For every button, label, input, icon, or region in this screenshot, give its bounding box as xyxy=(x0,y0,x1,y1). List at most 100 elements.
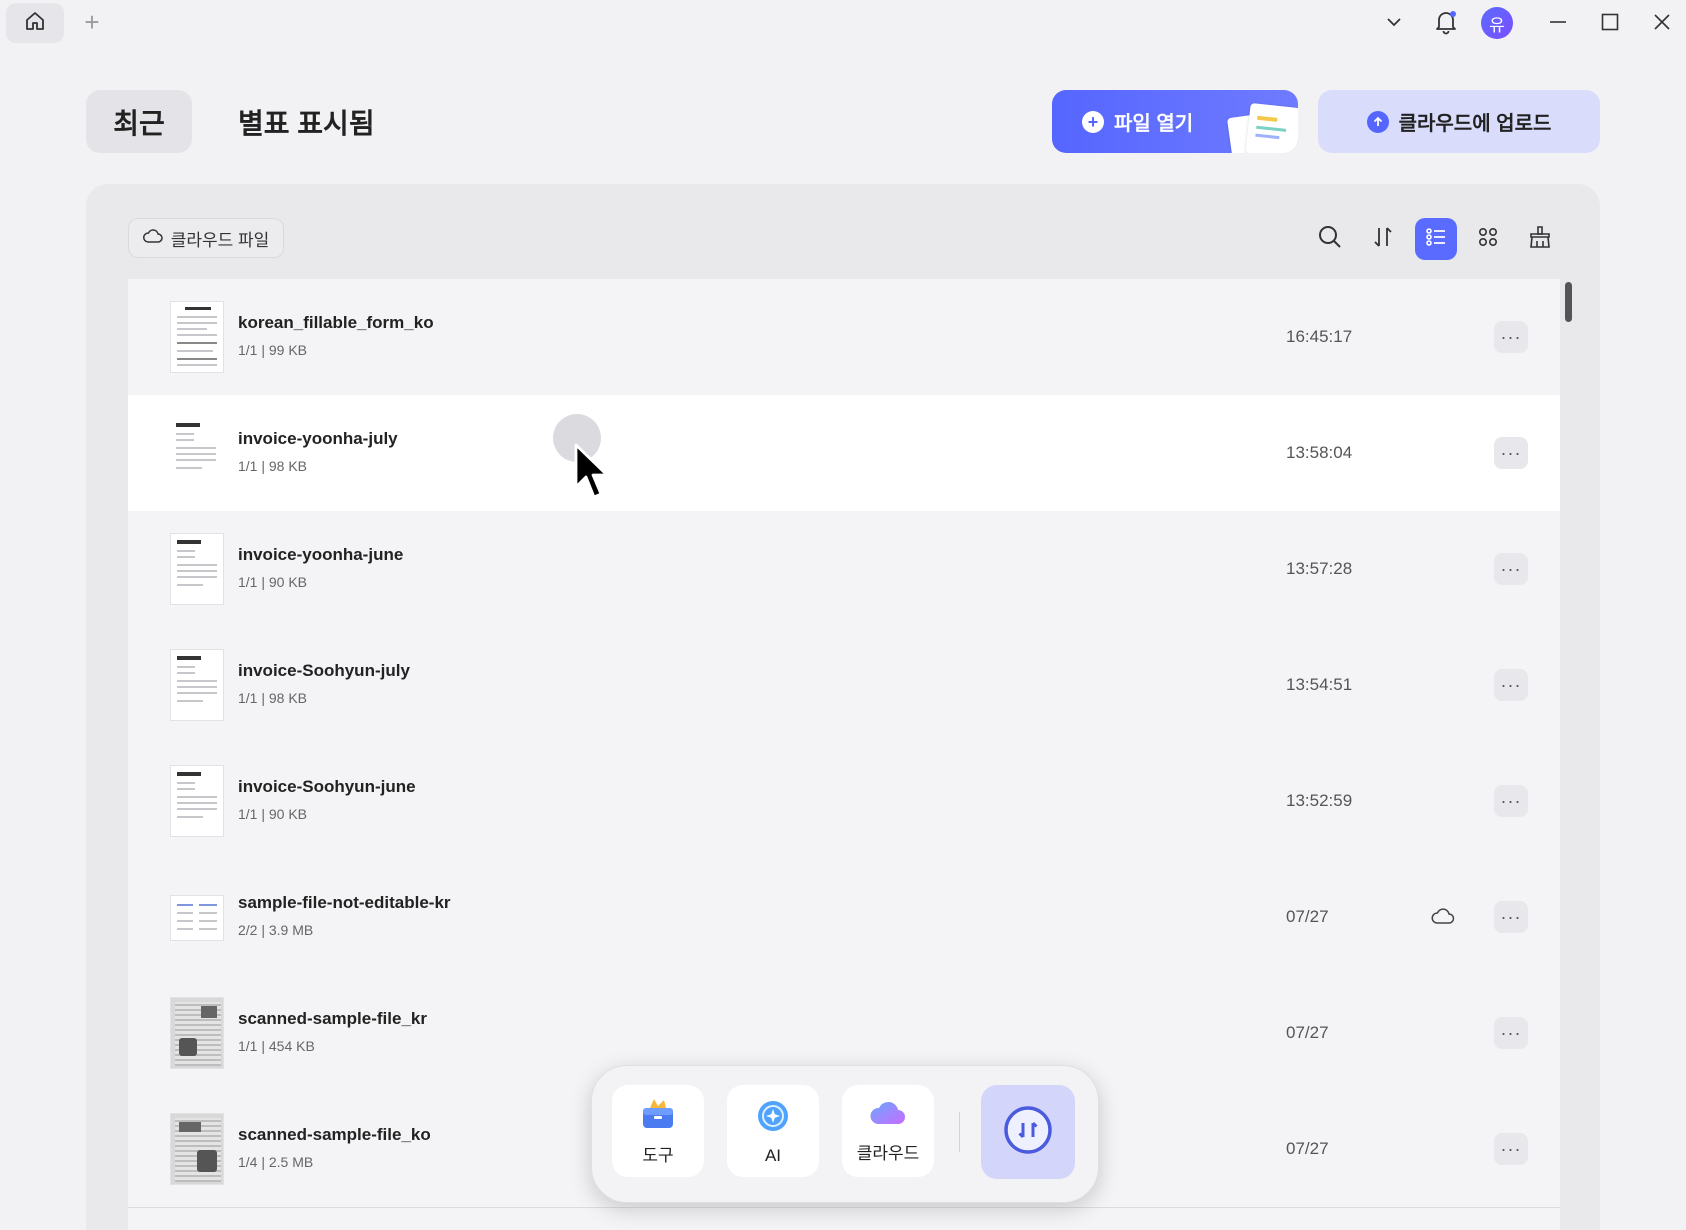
more-options-button[interactable]: ··· xyxy=(1494,901,1528,933)
file-row[interactable]: invoice-Soohyun-july 1/1 | 98 KB 13:54:5… xyxy=(128,627,1560,744)
home-icon xyxy=(23,9,47,38)
ai-assistant-icon xyxy=(754,1097,792,1140)
file-row[interactable]: korean_fillable_form_ko 1/1 | 99 KB 16:4… xyxy=(128,279,1560,396)
file-name: korean_fillable_form_ko xyxy=(238,313,434,332)
file-thumbnail xyxy=(170,1113,224,1185)
file-name: invoice-Soohyun-june xyxy=(238,777,416,796)
more-options-button[interactable]: ··· xyxy=(1494,785,1528,817)
dock-tools-label: 도구 xyxy=(642,1146,674,1165)
maximize-button[interactable] xyxy=(1594,8,1626,40)
chevron-down-icon xyxy=(1385,13,1403,36)
file-meta: 1/1 | 90 KB xyxy=(238,574,308,590)
ellipsis-icon: ··· xyxy=(1500,1022,1522,1043)
upload-to-cloud-label: 클라우드에 업로드 xyxy=(1398,113,1552,135)
search-icon xyxy=(1317,224,1343,255)
more-options-button[interactable]: ··· xyxy=(1494,669,1528,701)
file-meta: 2/2 | 3.9 MB xyxy=(238,922,314,938)
user-avatar[interactable]: 유 xyxy=(1481,7,1513,39)
plus-circle-icon: + xyxy=(1082,110,1104,133)
cloud-synced-icon xyxy=(1431,905,1455,929)
file-meta: 1/1 | 99 KB xyxy=(238,342,308,358)
file-meta: 1/1 | 454 KB xyxy=(238,1038,315,1054)
ellipsis-icon: ··· xyxy=(1500,326,1522,347)
list-scrollbar[interactable] xyxy=(1565,282,1572,322)
file-time: 07/27 xyxy=(1286,1023,1329,1042)
search-button[interactable] xyxy=(1309,218,1351,260)
maximize-icon xyxy=(1600,12,1620,37)
file-meta: 1/4 | 2.5 MB xyxy=(238,1154,314,1170)
bell-icon xyxy=(1434,9,1458,40)
dock-divider xyxy=(959,1112,960,1152)
mouse-cursor-icon xyxy=(574,443,614,506)
file-thumbnail xyxy=(170,765,224,837)
file-name: scanned-sample-file_ko xyxy=(238,1125,431,1144)
cloud-files-filter[interactable]: 클라우드 파일 xyxy=(128,218,284,258)
file-name: invoice-yoonha-june xyxy=(238,545,404,564)
toolbox-icon xyxy=(640,1096,676,1135)
file-meta: 1/1 | 98 KB xyxy=(238,690,308,706)
more-options-button[interactable]: ··· xyxy=(1494,1017,1528,1049)
tab-starred[interactable]: 별표 표시됨 xyxy=(238,90,375,153)
list-view-button[interactable] xyxy=(1415,218,1457,260)
file-name: sample-file-not-editable-kr xyxy=(238,893,451,912)
more-options-button[interactable]: ··· xyxy=(1494,437,1528,469)
ellipsis-icon: ··· xyxy=(1500,1138,1522,1159)
close-button[interactable] xyxy=(1646,8,1678,40)
file-time: 07/27 xyxy=(1286,1139,1329,1158)
ellipsis-icon: ··· xyxy=(1500,906,1522,927)
title-bar: + 유 xyxy=(0,0,1686,48)
sort-icon xyxy=(1371,225,1395,254)
file-row[interactable]: invoice-Soohyun-june 1/1 | 90 KB 13:52:5… xyxy=(128,743,1560,860)
file-time: 13:58:04 xyxy=(1286,443,1353,462)
cloud-icon xyxy=(142,228,163,249)
file-meta: 1/1 | 90 KB xyxy=(238,806,308,822)
file-thumbnail xyxy=(170,417,224,489)
file-time: 13:52:59 xyxy=(1286,791,1353,810)
dock-cloud-label: 클라우드 xyxy=(856,1144,920,1163)
home-button[interactable] xyxy=(6,3,64,43)
file-time: 13:57:28 xyxy=(1286,559,1353,578)
grid-view-icon xyxy=(1476,225,1500,254)
dock-ai-button[interactable]: AI xyxy=(727,1085,819,1177)
file-time: 16:45:17 xyxy=(1286,327,1353,346)
notification-button[interactable] xyxy=(1430,8,1462,40)
file-name: invoice-Soohyun-july xyxy=(238,661,410,680)
ellipsis-icon: ··· xyxy=(1500,442,1522,463)
ellipsis-icon: ··· xyxy=(1500,674,1522,695)
file-name: invoice-yoonha-july xyxy=(238,429,398,448)
dock-recent-toggle[interactable] xyxy=(981,1085,1075,1179)
file-row[interactable]: invoice-yoonha-july 1/1 | 98 KB 13:58:04… xyxy=(128,395,1560,512)
file-row[interactable]: invoice-yoonha-june 1/1 | 90 KB 13:57:28… xyxy=(128,511,1560,628)
history-icon xyxy=(1001,1103,1055,1162)
new-tab-button[interactable]: + xyxy=(80,9,104,35)
file-thumbnail xyxy=(170,533,224,605)
file-thumbnail xyxy=(170,895,224,941)
file-thumbnail xyxy=(170,997,224,1069)
file-thumbnail xyxy=(170,301,224,373)
ellipsis-icon: ··· xyxy=(1500,558,1522,579)
more-options-button[interactable]: ··· xyxy=(1494,553,1528,585)
minimize-button[interactable] xyxy=(1542,8,1574,40)
close-icon xyxy=(1652,12,1672,37)
upload-to-cloud-button[interactable]: 클라우드에 업로드 xyxy=(1318,90,1600,153)
file-row[interactable]: sample-file-not-editable-kr 2/2 | 3.9 MB… xyxy=(128,859,1560,976)
dropdown-button[interactable] xyxy=(1378,8,1410,40)
file-time: 13:54:51 xyxy=(1286,675,1353,694)
clear-history-button[interactable] xyxy=(1519,218,1561,260)
ellipsis-icon: ··· xyxy=(1500,790,1522,811)
cloud-files-label: 클라우드 파일 xyxy=(170,230,270,250)
more-options-button[interactable]: ··· xyxy=(1494,321,1528,353)
dock-cloud-button[interactable]: 클라우드 xyxy=(842,1085,934,1177)
dock-tools-button[interactable]: 도구 xyxy=(612,1085,704,1177)
file-name: scanned-sample-file_kr xyxy=(238,1009,427,1028)
cloud-icon xyxy=(868,1098,908,1133)
more-options-button[interactable]: ··· xyxy=(1494,1133,1528,1165)
upload-arrow-icon xyxy=(1366,110,1389,133)
file-thumbnail xyxy=(170,649,224,721)
tab-recent[interactable]: 최근 xyxy=(86,90,192,153)
sort-button[interactable] xyxy=(1362,218,1404,260)
open-file-button[interactable]: + 파일 열기 xyxy=(1052,90,1298,153)
file-time: 07/27 xyxy=(1286,907,1329,926)
minimize-icon xyxy=(1548,12,1568,37)
grid-view-button[interactable] xyxy=(1467,218,1509,260)
